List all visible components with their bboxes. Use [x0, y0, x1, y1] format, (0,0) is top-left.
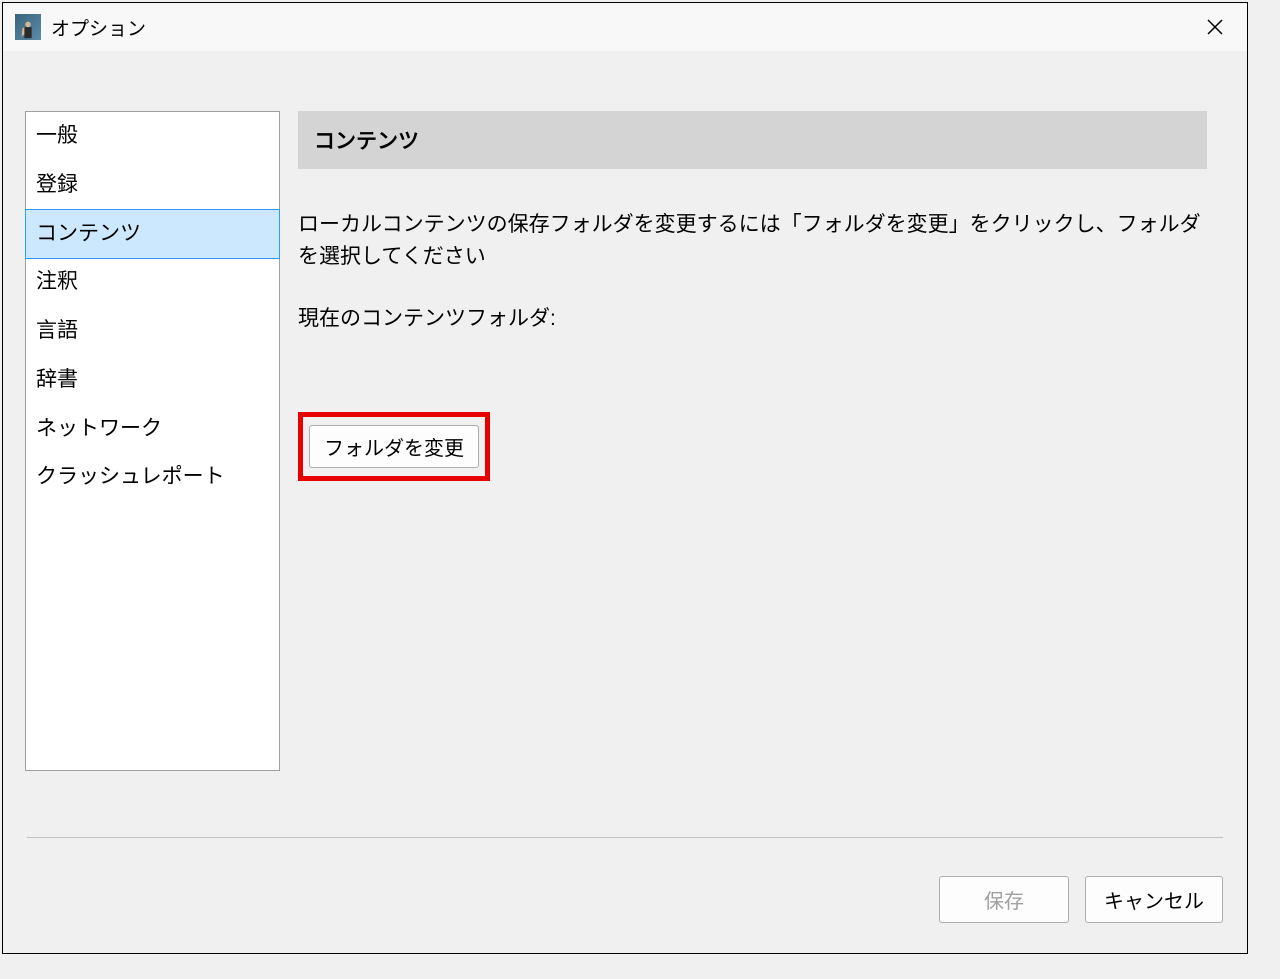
save-button[interactable]: 保存	[939, 876, 1069, 923]
description-text: ローカルコンテンツの保存フォルダを変更するには「フォルダを変更」をクリックし、フ…	[298, 209, 1207, 272]
close-button[interactable]	[1195, 11, 1235, 43]
content-area: 一般 登録 コンテンツ 注釈 言語 辞書 ネットワーク クラッシュレポート コン…	[3, 51, 1247, 851]
titlebar: オプション	[3, 3, 1247, 51]
close-icon	[1207, 19, 1223, 35]
sidebar-item-crash-report[interactable]: クラッシュレポート	[26, 453, 279, 502]
footer-buttons: 保存 キャンセル	[27, 876, 1223, 923]
sidebar-item-content[interactable]: コンテンツ	[25, 209, 280, 260]
sidebar-item-dictionary[interactable]: 辞書	[26, 356, 279, 405]
app-icon	[15, 14, 41, 40]
sidebar-item-general[interactable]: 一般	[26, 112, 279, 161]
main-panel: コンテンツ ローカルコンテンツの保存フォルダを変更するには「フォルダを変更」をク…	[298, 111, 1227, 831]
cancel-button[interactable]: キャンセル	[1085, 876, 1223, 923]
current-folder-label: 現在のコンテンツフォルダ:	[298, 302, 1207, 332]
titlebar-left: オプション	[15, 14, 146, 41]
highlight-box: フォルダを変更	[298, 412, 490, 481]
sidebar-item-network[interactable]: ネットワーク	[26, 405, 279, 454]
sidebar-item-registration[interactable]: 登録	[26, 161, 279, 210]
change-folder-button[interactable]: フォルダを変更	[309, 425, 479, 468]
section-header: コンテンツ	[298, 111, 1207, 169]
window-title: オプション	[51, 14, 146, 41]
sidebar: 一般 登録 コンテンツ 注釈 言語 辞書 ネットワーク クラッシュレポート	[25, 111, 280, 771]
sidebar-item-language[interactable]: 言語	[26, 307, 279, 356]
footer-separator	[27, 837, 1223, 838]
options-dialog: オプション 一般 登録 コンテンツ 注釈 言語 辞書 ネットワーク クラッシュレ…	[2, 2, 1248, 954]
sidebar-item-annotation[interactable]: 注釈	[26, 258, 279, 307]
footer: 保存 キャンセル	[3, 817, 1247, 953]
